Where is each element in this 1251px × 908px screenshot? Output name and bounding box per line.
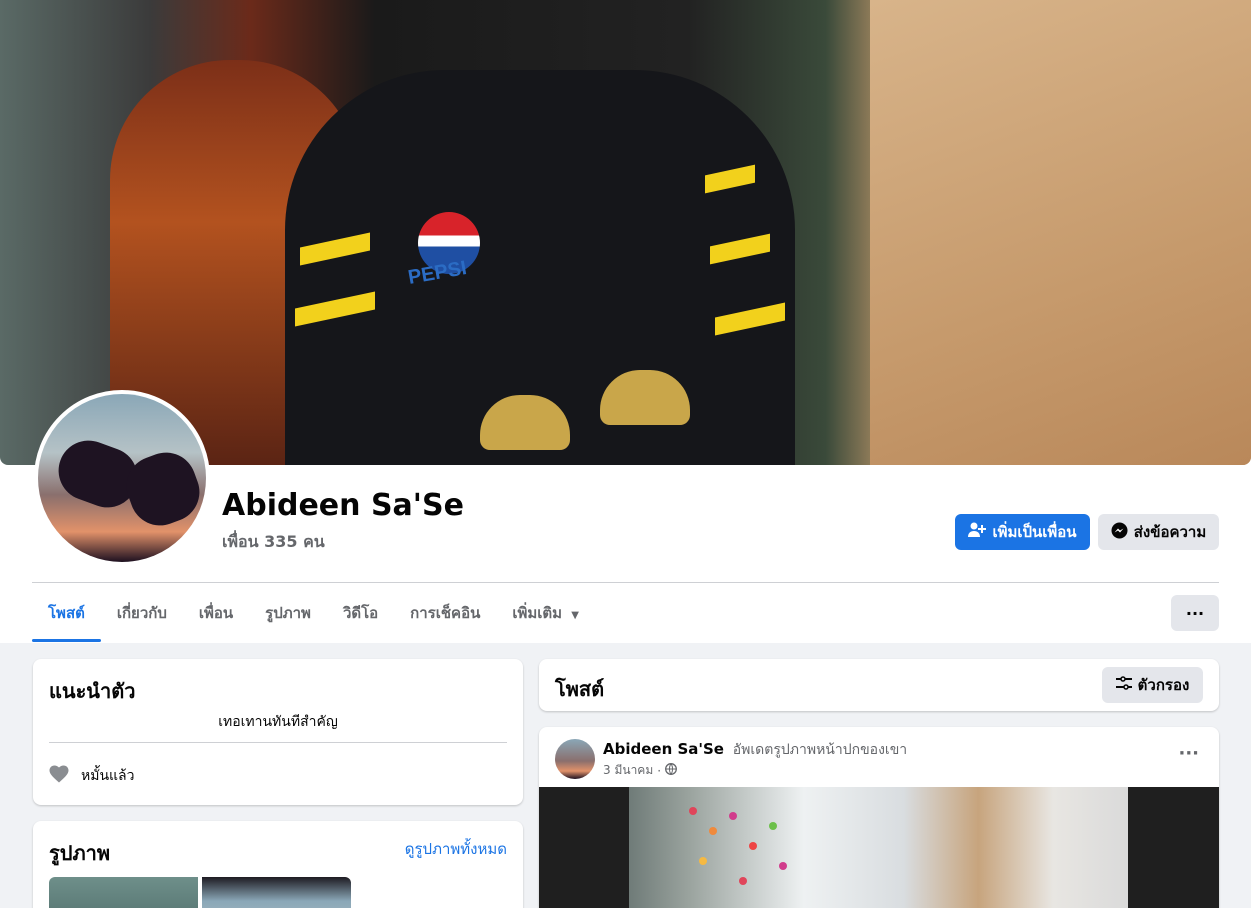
flower-decoration [769, 822, 777, 830]
photos-card: รูปภาพ ดูรูปภาพทั้งหมด [33, 821, 523, 908]
post-card: Abideen Sa'Se อัพเดตรูปภาพหน้าปกของเขา 3… [539, 727, 1219, 908]
posts-title: โพสต์ [555, 677, 605, 701]
tab-friends[interactable]: เพื่อน [183, 592, 249, 642]
intro-divider [49, 742, 507, 743]
cover-wood-wall [870, 0, 1251, 465]
flower-decoration [689, 807, 697, 815]
more-options-button[interactable]: ··· [1171, 595, 1219, 631]
tab-more[interactable]: เพิ่มเติม ▼ [496, 592, 595, 642]
tab-checkins[interactable]: การเช็คอิน [394, 592, 496, 642]
post-action-text: อัพเดตรูปภาพหน้าปกของเขา [732, 742, 908, 758]
more-icon: ··· [1185, 603, 1205, 623]
add-friend-button[interactable]: เพิ่มเป็นเพื่อน [955, 514, 1090, 550]
heart-icon [49, 765, 69, 787]
photos-title: รูปภาพ [49, 841, 111, 865]
post-date[interactable]: 3 มีนาคม [603, 761, 653, 780]
message-button[interactable]: ส่งข้อความ [1098, 514, 1219, 550]
post-author-name[interactable]: Abideen Sa'Se [603, 740, 724, 758]
tab-photos[interactable]: รูปภาพ [249, 592, 327, 642]
add-friend-label: เพิ่มเป็นเพื่อน [992, 523, 1077, 541]
add-friend-icon [968, 522, 987, 542]
avatar-image [38, 394, 206, 562]
post-photo [629, 787, 1128, 908]
flower-decoration [779, 862, 787, 870]
photo-thumbnail[interactable] [202, 877, 351, 908]
flower-decoration [749, 842, 757, 850]
tab-videos[interactable]: วิดีโอ [327, 592, 394, 642]
tab-more-label: เพิ่มเติม [512, 604, 563, 622]
flower-decoration [729, 812, 737, 820]
posts-header-card: โพสต์ ตัวกรอง [539, 659, 1219, 711]
chevron-down-icon: ▼ [571, 610, 579, 621]
see-all-photos-link[interactable]: ดูรูปภาพทั้งหมด [405, 837, 507, 861]
relationship-label: หมั้นแล้ว [81, 768, 135, 784]
profile-avatar[interactable] [34, 390, 210, 566]
profile-header: PEPSI Abideen Sa'Se เพื่อน 335 คน เพิ่มเ… [0, 0, 1251, 643]
flower-decoration [699, 857, 707, 865]
friend-count[interactable]: เพื่อน 335 คน [222, 530, 325, 555]
flower-decoration [709, 827, 717, 835]
intro-bio: เทอเทานทันทีสำคัญ [218, 714, 338, 730]
messenger-icon [1111, 522, 1128, 543]
post-media[interactable] [539, 787, 1219, 908]
filter-icon [1115, 676, 1132, 694]
post-meta-separator: · [657, 763, 662, 778]
profile-name: Abideen Sa'Se [222, 488, 464, 523]
photo-thumbnail[interactable] [49, 877, 198, 908]
post-meta: 3 มีนาคม · [603, 761, 678, 780]
post-author-avatar[interactable] [555, 739, 595, 779]
post-author-line: Abideen Sa'Se อัพเดตรูปภาพหน้าปกของเขา [603, 739, 907, 761]
filter-button[interactable]: ตัวกรอง [1102, 667, 1203, 703]
tab-posts[interactable]: โพสต์ [32, 592, 101, 642]
header-divider [32, 582, 1219, 583]
message-label: ส่งข้อความ [1133, 523, 1207, 541]
intro-card: แนะนำตัว เทอเทานทันทีสำคัญ หมั้นแล้ว [33, 659, 523, 805]
tab-about[interactable]: เกี่ยวกับ [101, 592, 183, 642]
post-options-icon[interactable]: ··· [1178, 743, 1199, 764]
flower-decoration [739, 877, 747, 885]
relationship-status: หมั้นแล้ว [49, 765, 135, 787]
profile-tabs: โพสต์ เกี่ยวกับ เพื่อน รูปภาพ วิดีโอ การ… [32, 592, 595, 642]
globe-icon [665, 763, 678, 778]
intro-title: แนะนำตัว [49, 679, 136, 703]
filter-label: ตัวกรอง [1137, 676, 1190, 694]
avatar-hand [118, 444, 206, 534]
